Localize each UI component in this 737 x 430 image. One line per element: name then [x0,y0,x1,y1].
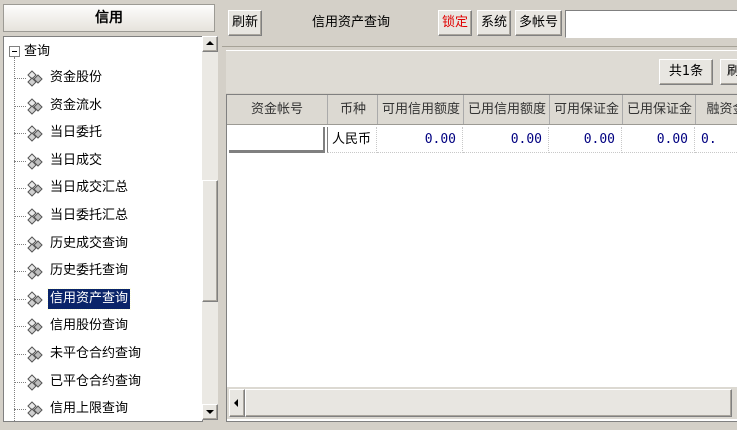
currency-cell[interactable]: 人民币 [327,127,377,153]
tree-item[interactable]: 信用股份查询 [14,313,202,339]
query-item-icon [26,373,46,391]
tree-connector [14,133,26,135]
lock-button[interactable]: 锁定 [438,10,473,36]
tree-item[interactable]: 信用上限查询 [14,396,202,421]
tree-item-label: 当日成交汇总 [50,180,129,196]
toolbar: 刷新 信用资产查询 锁定 系统 多帐号 [222,0,737,47]
available-credit-cell[interactable]: 0.00 [377,127,463,153]
tree-item-label: 资金股份 [50,70,103,85]
tree-item-label: 未平仓合约查询 [50,346,142,361]
tree-item-label: 当日委托汇总 [50,208,129,223]
tree-item-label: 信用股份查询 [50,318,129,334]
tree-item-label: 历史委托查询 [50,263,129,279]
column-header[interactable]: 融资金 [695,95,737,124]
tree-connector [14,271,26,273]
tree-connector [14,326,26,328]
refresh-button[interactable]: 刷新 [228,10,263,36]
scroll-up-button[interactable] [202,36,218,52]
account-input[interactable] [565,10,737,38]
query-item-icon [26,290,46,308]
query-item-icon [26,97,46,115]
tree-item-label: 当日成交 [50,152,103,168]
panel-title: 信用 [3,4,215,32]
tree-item-label: 历史成交查询 [50,235,129,251]
query-item-icon [26,345,46,363]
tree-connector [14,78,26,79]
tree-item-label: 信用上限查询 [50,401,129,417]
tree-item-label: 当日委托 [50,125,103,141]
scroll-down-button[interactable] [202,404,218,420]
tree-connector [14,105,26,107]
tree-item[interactable]: 历史成交查询 [14,231,202,257]
arrow-down-icon [206,410,214,414]
query-item-icon [26,152,46,170]
tree-item-label: 信用资产查询 [46,287,132,310]
query-item-icon [26,179,46,198]
query-item-icon [26,400,46,418]
horizontal-scrollbar[interactable] [227,387,737,419]
tree-item[interactable]: 历史委托查询 [14,258,202,284]
arrow-up-icon [206,41,214,45]
tree-connector [14,216,26,217]
tree-item-label: 资金流水 [50,97,103,113]
column-header[interactable]: 可用信用额度 [377,95,464,124]
arrow-left-icon [234,399,238,407]
tree-connector [14,243,26,245]
tree-item[interactable]: 信用资产查询 [14,286,202,312]
available-margin-cell[interactable]: 0.00 [549,127,622,153]
page-title: 信用资产查询 [312,15,391,30]
column-header[interactable]: 可用保证金 [549,95,623,124]
tree-scrollbar[interactable] [202,36,218,420]
query-item-icon [26,262,46,280]
collapse-icon[interactable] [9,46,20,57]
query-item-icon [26,317,46,336]
tree-connector [14,188,26,190]
tree-item[interactable]: 当日成交 [14,148,202,174]
multi-account-button[interactable]: 多帐号 [515,10,563,36]
tree-item[interactable]: 当日成交汇总 [14,175,202,201]
tree-connector [14,354,26,355]
grid-refresh-button[interactable]: 刷 [720,59,737,85]
tree-connector [14,409,26,411]
tree-item[interactable]: 当日委托汇总 [14,203,202,229]
used-credit-cell[interactable]: 0.00 [463,127,549,153]
grid-header: 资金帐号 币种 可用信用额度 已用信用额度 可用保证金 已用保证金 融资金 [227,95,737,125]
tree-item[interactable]: 资金流水 [14,93,202,119]
result-bar: 共1条 刷 [226,50,737,93]
tree-item[interactable]: 资金股份 [14,65,202,91]
asset-grid: 资金帐号 币种 可用信用额度 已用信用额度 可用保证金 已用保证金 融资金 人民… [226,94,737,422]
scroll-left-button[interactable] [229,389,245,417]
function-tree: 查询 资金股份资金流水当日委托当日成交当日成交汇总 当日委托汇总 历史成交查询 历史委… [3,36,203,422]
financing-cell[interactable]: 0. [695,127,737,153]
column-header[interactable]: 资金帐号 [227,95,327,124]
tree-connector [14,160,26,162]
left-panel: 信用 查询 资金股份资金流水当日委托当日成交当日成交汇总 当日委托汇总 历史成交查询… [0,0,221,430]
main-panel: 刷新 信用资产查询 锁定 系统 多帐号 共1条 刷 资金帐号 币种 可用信用额度… [222,0,737,430]
record-count: 共1条 [659,59,713,85]
column-header[interactable]: 已用信用额度 [463,95,550,124]
tree-item-label: 已平仓合约查询 [50,373,142,389]
account-cell[interactable] [229,127,325,153]
tree-item[interactable]: 当日委托 [14,120,202,146]
query-item-icon [26,69,46,87]
horizontal-scroll-thumb[interactable] [245,389,732,417]
tree-item[interactable]: 已平仓合约查询 [14,369,202,395]
query-item-icon [26,124,46,142]
tree-item[interactable]: 未平仓合约查询 [14,341,202,367]
tree-root-label: 查询 [24,44,51,59]
column-header[interactable]: 币种 [327,95,378,124]
query-item-icon [26,235,46,253]
query-item-icon [26,207,46,225]
tree-connector [14,381,26,383]
system-button[interactable]: 系统 [477,10,512,36]
scroll-thumb[interactable] [202,180,218,302]
tree-connector [14,298,26,300]
used-margin-cell[interactable]: 0.00 [622,127,695,153]
column-header[interactable]: 已用保证金 [622,95,696,124]
